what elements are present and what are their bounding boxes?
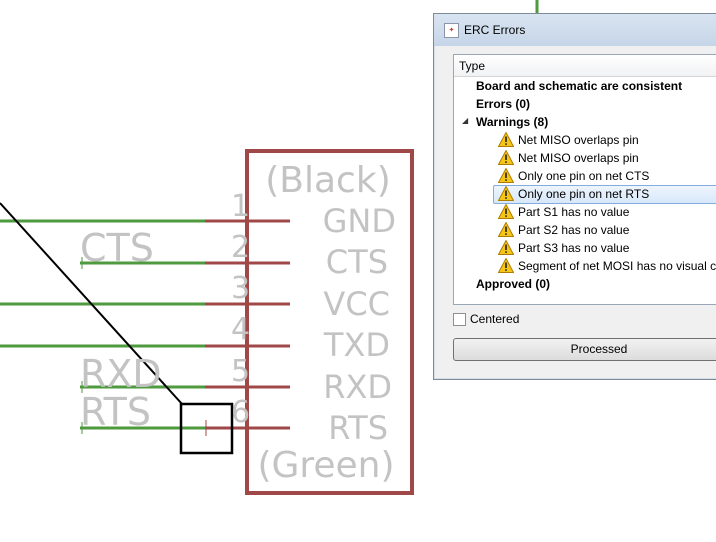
warning-item[interactable]: Part S3 has no value (454, 239, 716, 257)
tree-item-approved[interactable]: Approved (0) (454, 275, 716, 293)
warning-triangle-icon (498, 240, 514, 255)
warning-item[interactable]: Net MISO overlaps pin (454, 131, 716, 149)
pin-number-5: 5 (231, 354, 250, 389)
net-label-rts: RTS (80, 390, 151, 434)
warning-item[interactable]: Segment of net MOSI has no visual co (454, 257, 716, 275)
warning-triangle-icon (498, 222, 514, 237)
pin-name-2: CTS (326, 243, 388, 281)
erc-tree-list[interactable]: Type Board and schematic are consistent … (453, 54, 716, 305)
collapse-triangle-icon[interactable]: ◢ (462, 116, 468, 125)
erc-errors-dialog[interactable]: ✦ ERC Errors Type Board and schematic ar… (433, 13, 716, 380)
erc-window-title: ERC Errors (464, 23, 526, 37)
warning-item[interactable]: Part S1 has no value (454, 203, 716, 221)
pin-number-3: 3 (231, 271, 250, 306)
tree-item-errors[interactable]: Errors (0) (454, 95, 716, 113)
centered-checkbox-label: Centered (470, 312, 520, 326)
warning-item[interactable]: Only one pin on net CTS (454, 167, 716, 185)
pin-number-1: 1 (231, 189, 250, 224)
warning-triangle-icon (498, 186, 514, 201)
pin-number-6: 6 (231, 395, 250, 430)
net-label-cts: CTS (80, 226, 154, 270)
warning-triangle-icon (498, 132, 514, 147)
centered-checkbox-box[interactable] (453, 313, 466, 326)
pin-name-1: GND (323, 202, 396, 240)
tree-item-consistency[interactable]: Board and schematic are consistent (454, 77, 716, 95)
processed-button[interactable]: Processed (453, 338, 716, 361)
tree-item-warnings[interactable]: ◢ Warnings (8) (454, 113, 716, 131)
eagle-app-icon: ✦ (444, 23, 459, 38)
column-header-label: Type (459, 59, 486, 73)
pin-name-3: VCC (323, 285, 390, 323)
warning-triangle-icon (498, 168, 514, 183)
part-value-label: (Green) (257, 445, 394, 486)
warning-item[interactable]: Part S2 has no value (454, 221, 716, 239)
warning-triangle-icon (498, 150, 514, 165)
warning-item-selected[interactable]: Only one pin on net RTS (454, 185, 716, 204)
pin-number-4: 4 (231, 312, 250, 347)
warning-triangle-icon (498, 204, 514, 219)
pin-name-4: TXD (323, 326, 390, 364)
erc-titlebar[interactable]: ✦ ERC Errors (434, 14, 716, 46)
column-header-type[interactable]: Type (454, 55, 716, 77)
pin-number-2: 2 (231, 230, 250, 265)
warning-triangle-icon (498, 258, 514, 273)
pin-name-5: RXD (323, 368, 392, 406)
warning-item[interactable]: Net MISO overlaps pin (454, 149, 716, 167)
part-name-label: (Black) (265, 160, 391, 201)
pin-name-6: RTS (328, 409, 388, 447)
